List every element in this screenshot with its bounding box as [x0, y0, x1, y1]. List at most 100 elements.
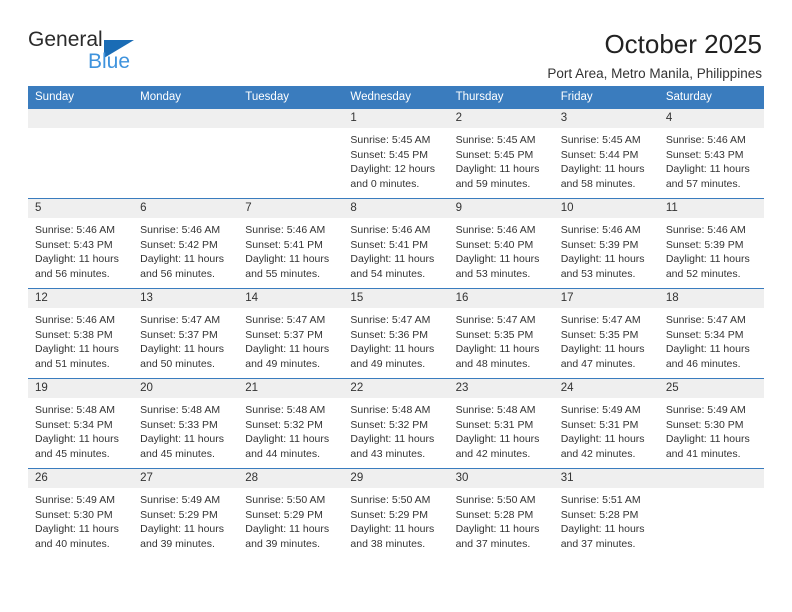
sunrise-text: Sunrise: 5:50 AM [350, 494, 431, 506]
daylight-text-cont: and 42 minutes. [560, 447, 636, 460]
sunset-text: Sunset: 5:37 PM [245, 328, 323, 341]
day-detail-lines: Sunrise: 5:51 AM Sunset: 5:28 PM Daylight:… [554, 488, 659, 551]
day-detail-lines: Sunrise: 5:46 AM Sunset: 5:41 PM Daylight:… [343, 218, 448, 281]
day-cell[interactable]: 7 Sunrise: 5:46 AM Sunset: 5:41 PM Daylight… [238, 198, 344, 289]
day-cell[interactable]: 21 Sunrise: 5:48 AM Sunset: 5:32 PM Dayligh… [238, 378, 344, 469]
calendar-body: 1 Sunrise: 5:45 AM Sunset: 5:45 PM Daylight… [28, 108, 764, 559]
day-cell[interactable]: 25 Sunrise: 5:49 AM Sunset: 5:30 PM Dayligh… [658, 378, 764, 469]
sunset-text: Sunset: 5:28 PM [455, 508, 534, 521]
calendar-grid: Sunday Monday Tuesday Wednesday Thursday Frid… [28, 86, 764, 559]
day-detail-lines: Sunrise: 5:49 AM Sunset: 5:29 PM Daylight:… [133, 488, 238, 551]
sunset-text: Sunset: 5:42 PM [140, 238, 218, 251]
daylight-text: Daylight: 11 hours [455, 253, 540, 266]
day-cell[interactable]: 6 Sunrise: 5:46 AM Sunset: 5:42 PM Daylight… [133, 198, 239, 289]
sunrise-text: Sunrise: 5:49 AM [665, 404, 746, 416]
day-cell[interactable]: 13 Sunrise: 5:47 AM Sunset: 5:37 PM Dayligh… [133, 288, 239, 379]
title-block: October 2025 Port Area, Metro Manila, Ph… [547, 28, 764, 84]
daylight-text: Daylight: 11 hours [455, 433, 540, 446]
day-cell[interactable]: 27 Sunrise: 5:49 AM Sunset: 5:29 PM Dayligh… [133, 468, 239, 559]
day-cell[interactable]: 12 Sunrise: 5:46 AM Sunset: 5:38 PM Dayligh… [28, 288, 134, 379]
daylight-text-cont: and 43 minutes. [350, 447, 426, 460]
day-cell[interactable]: 9 Sunrise: 5:46 AM Sunset: 5:40 PM Daylight… [448, 198, 554, 289]
sunrise-text: Sunrise: 5:45 AM [350, 134, 431, 146]
sunset-text: Sunset: 5:30 PM [665, 418, 744, 431]
weekday-header-saturday: Saturday [658, 86, 764, 109]
day-cell[interactable]: 5 Sunrise: 5:46 AM Sunset: 5:43 PM Daylight… [28, 198, 134, 289]
sunset-text: Sunset: 5:34 PM [35, 418, 113, 431]
day-cell[interactable]: 14 Sunrise: 5:47 AM Sunset: 5:37 PM Dayligh… [238, 288, 344, 379]
day-detail-lines: Sunrise: 5:47 AM Sunset: 5:37 PM Daylight:… [133, 308, 238, 371]
day-detail-lines: Sunrise: 5:47 AM Sunset: 5:35 PM Daylight:… [449, 308, 554, 371]
day-cell[interactable]: 11 Sunrise: 5:46 AM Sunset: 5:39 PM Dayligh… [658, 198, 764, 289]
sunset-text: Sunset: 5:41 PM [245, 238, 323, 251]
day-cell[interactable]: 8 Sunrise: 5:46 AM Sunset: 5:41 PM Daylight… [343, 198, 449, 289]
day-cell[interactable]: 28 Sunrise: 5:50 AM Sunset: 5:29 PM Dayligh… [238, 468, 344, 559]
day-number: 18 [658, 289, 764, 308]
day-detail-lines: Sunrise: 5:48 AM Sunset: 5:32 PM Daylight:… [343, 398, 448, 461]
sunrise-text: Sunrise: 5:46 AM [665, 224, 746, 236]
daylight-text-cont: and 45 minutes. [140, 447, 215, 460]
day-cell[interactable]: 31 Sunrise: 5:51 AM Sunset: 5:28 PM Dayligh… [553, 468, 659, 559]
day-cell[interactable]: 17 Sunrise: 5:47 AM Sunset: 5:35 PM Dayligh… [553, 288, 659, 379]
day-detail-lines: Sunrise: 5:46 AM Sunset: 5:43 PM Daylight:… [659, 128, 764, 191]
daylight-text-cont: and 58 minutes. [560, 177, 636, 190]
calendar-table: Sunday Monday Tuesday Wednesday Thursday Frid… [28, 86, 764, 559]
day-cell[interactable]: 15 Sunrise: 5:47 AM Sunset: 5:36 PM Dayligh… [343, 288, 449, 379]
sunrise-text: Sunrise: 5:45 AM [455, 134, 536, 146]
day-number: 6 [133, 199, 239, 218]
daylight-text-cont: and 39 minutes. [140, 537, 215, 550]
day-cell[interactable]: 2 Sunrise: 5:45 AM Sunset: 5:45 PM Daylight… [448, 108, 554, 199]
day-cell[interactable]: 22 Sunrise: 5:48 AM Sunset: 5:32 PM Dayligh… [343, 378, 449, 469]
daylight-text: Daylight: 11 hours [35, 523, 119, 536]
sunset-text: Sunset: 5:38 PM [35, 328, 113, 341]
daylight-text-cont: and 0 minutes. [350, 177, 420, 190]
day-number: 9 [448, 199, 554, 218]
day-cell[interactable]: 18 Sunrise: 5:47 AM Sunset: 5:34 PM Dayligh… [658, 288, 764, 379]
day-cell[interactable]: 24 Sunrise: 5:49 AM Sunset: 5:31 PM Dayligh… [553, 378, 659, 469]
daylight-text: Daylight: 11 hours [35, 253, 119, 266]
daylight-text: Daylight: 11 hours [35, 343, 119, 356]
calendar-week-row: 1 Sunrise: 5:45 AM Sunset: 5:45 PM Daylight… [28, 108, 764, 199]
day-cell[interactable]: 19 Sunrise: 5:48 AM Sunset: 5:34 PM Dayligh… [28, 378, 134, 469]
daylight-text-cont: and 56 minutes. [35, 267, 110, 280]
daylight-text: Daylight: 11 hours [560, 523, 645, 536]
general-blue-logo[interactable]: General Blue [28, 28, 168, 80]
day-cell[interactable]: 29 Sunrise: 5:50 AM Sunset: 5:29 PM Dayligh… [343, 468, 449, 559]
daylight-text-cont: and 52 minutes. [665, 267, 741, 280]
daylight-text: Daylight: 11 hours [245, 523, 330, 536]
weekday-header-thursday: Thursday [448, 86, 554, 109]
sunrise-text: Sunrise: 5:50 AM [245, 494, 326, 506]
day-cell[interactable]: 20 Sunrise: 5:48 AM Sunset: 5:33 PM Dayligh… [133, 378, 239, 469]
day-cell[interactable]: 3 Sunrise: 5:45 AM Sunset: 5:44 PM Daylight… [553, 108, 659, 199]
day-detail-lines: Sunrise: 5:48 AM Sunset: 5:31 PM Daylight:… [449, 398, 554, 461]
day-cell[interactable]: 23 Sunrise: 5:48 AM Sunset: 5:31 PM Dayligh… [448, 378, 554, 469]
day-number: 14 [238, 289, 344, 308]
day-cell[interactable]: 10 Sunrise: 5:46 AM Sunset: 5:39 PM Dayligh… [553, 198, 659, 289]
sunset-text: Sunset: 5:32 PM [350, 418, 429, 431]
weekday-header-monday: Monday [133, 86, 239, 109]
sunrise-text: Sunrise: 5:48 AM [245, 404, 326, 416]
sunrise-text: Sunrise: 5:47 AM [665, 314, 746, 326]
daylight-text-cont: and 57 minutes. [665, 177, 741, 190]
daylight-text: Daylight: 11 hours [245, 253, 330, 266]
day-cell[interactable]: 4 Sunrise: 5:46 AM Sunset: 5:43 PM Daylight… [658, 108, 764, 199]
daylight-text: Daylight: 11 hours [665, 343, 750, 356]
sunrise-text: Sunrise: 5:46 AM [665, 134, 746, 146]
daylight-text: Daylight: 11 hours [665, 433, 750, 446]
day-cell[interactable]: 26 Sunrise: 5:49 AM Sunset: 5:30 PM Dayligh… [28, 468, 134, 559]
daylight-text: Daylight: 11 hours [455, 523, 540, 536]
day-detail-lines: Sunrise: 5:45 AM Sunset: 5:45 PM Daylight:… [449, 128, 554, 191]
daylight-text-cont: and 53 minutes. [560, 267, 636, 280]
day-number: 23 [448, 379, 554, 398]
day-cell[interactable]: 30 Sunrise: 5:50 AM Sunset: 5:28 PM Dayligh… [448, 468, 554, 559]
sunrise-text: Sunrise: 5:49 AM [35, 494, 115, 506]
daylight-text-cont: and 53 minutes. [455, 267, 531, 280]
sunset-text: Sunset: 5:31 PM [560, 418, 639, 431]
day-cell[interactable]: 16 Sunrise: 5:47 AM Sunset: 5:35 PM Dayligh… [448, 288, 554, 379]
sunset-text: Sunset: 5:37 PM [140, 328, 218, 341]
day-detail-lines: Sunrise: 5:50 AM Sunset: 5:28 PM Daylight:… [449, 488, 554, 551]
day-number [238, 109, 344, 128]
sunrise-text: Sunrise: 5:46 AM [455, 224, 536, 236]
day-cell[interactable]: 1 Sunrise: 5:45 AM Sunset: 5:45 PM Daylight… [343, 108, 449, 199]
day-detail-lines: Sunrise: 5:49 AM Sunset: 5:31 PM Daylight:… [554, 398, 659, 461]
